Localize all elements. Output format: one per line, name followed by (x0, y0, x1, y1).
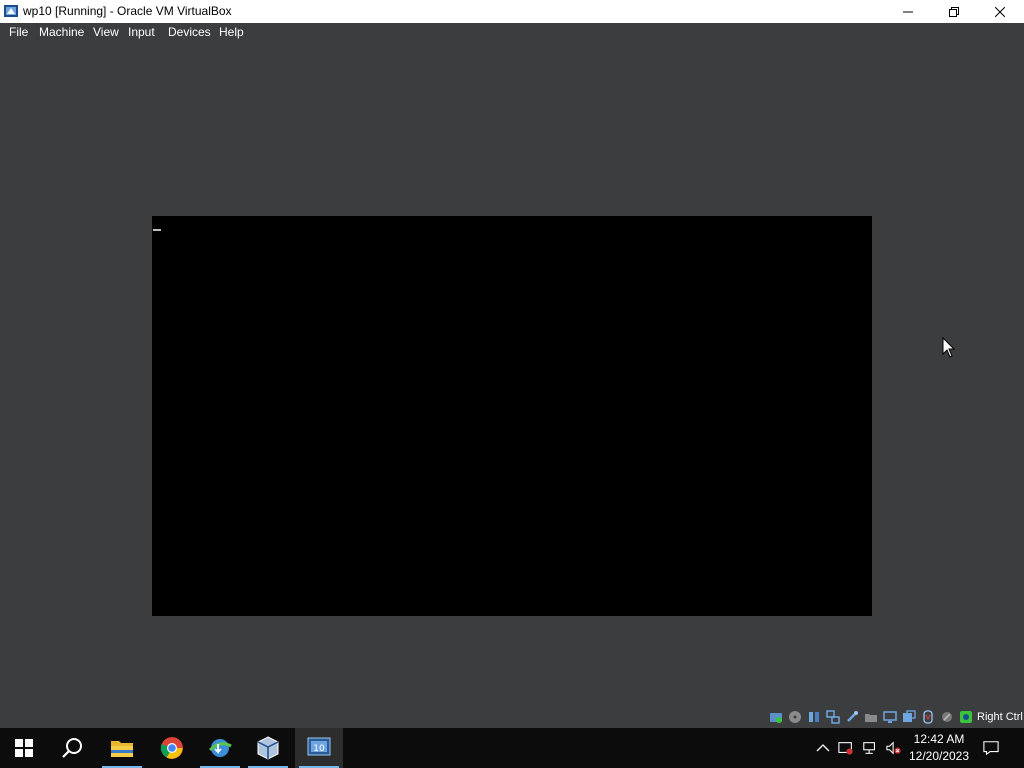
menu-view[interactable]: View (93, 25, 119, 39)
security-alert-icon (838, 742, 853, 755)
svg-text:10: 10 (313, 744, 325, 754)
taskbar-virtualbox[interactable] (244, 728, 292, 768)
network-icon[interactable] (826, 710, 840, 724)
recording-icon[interactable] (902, 710, 916, 724)
display-icon[interactable] (883, 710, 897, 724)
host-key-icon[interactable] (959, 710, 973, 724)
mouse-pointer-icon (942, 337, 956, 358)
vm-status-bar: Right Ctrl (0, 706, 1024, 728)
taskbar-vm-wp10[interactable]: 10 (295, 728, 343, 768)
menu-bar: File Machine View Input Devices Help (0, 23, 1024, 42)
usb-icon[interactable] (845, 710, 859, 724)
volume-muted-icon (886, 741, 901, 755)
security-tray-button[interactable] (838, 740, 854, 756)
vm-display-area[interactable] (0, 42, 1024, 706)
restore-icon (949, 6, 959, 17)
start-button[interactable] (0, 728, 48, 768)
chrome-icon (160, 737, 183, 759)
optical-drive-icon[interactable] (788, 710, 802, 724)
minimize-button[interactable] (885, 0, 931, 23)
internet-download-manager-icon (208, 739, 232, 757)
menu-file[interactable]: File (9, 25, 28, 39)
clock-date: 12/20/2023 (908, 749, 970, 763)
volume-tray-button[interactable] (886, 740, 902, 756)
chevron-up-icon (816, 744, 830, 752)
network-tray-button[interactable] (862, 740, 878, 756)
notifications-button[interactable] (983, 740, 999, 756)
host-key-label: Right Ctrl (977, 711, 1023, 723)
clock[interactable]: 12:42 AM 12/20/2023 (905, 731, 973, 765)
hard-disk-icon[interactable] (769, 710, 783, 724)
minimize-icon (903, 11, 913, 12)
audio-icon[interactable] (807, 710, 821, 724)
shared-folders-icon[interactable] (864, 710, 878, 724)
taskbar-chrome[interactable] (148, 728, 196, 768)
keyboard-icon[interactable] (940, 710, 954, 724)
close-icon (995, 6, 1005, 17)
restore-button[interactable] (931, 0, 977, 23)
menu-help[interactable]: Help (219, 25, 244, 39)
show-hidden-icons-button[interactable] (815, 740, 831, 756)
network-wired-icon (863, 742, 875, 754)
windows-logo-icon (15, 739, 33, 757)
window-title: wp10 [Running] - Oracle VM VirtualBox (23, 4, 232, 18)
search-icon (62, 738, 82, 758)
taskbar: 10 12:42 AM 12/20/2023 (0, 728, 1024, 768)
vm-wp10-icon: 10 (307, 737, 331, 756)
virtualbox-icon (257, 736, 279, 760)
notification-center-icon (983, 741, 999, 756)
title-bar[interactable]: wp10 [Running] - Oracle VM VirtualBox (0, 0, 1024, 23)
text-cursor (153, 229, 161, 231)
mouse-integration-icon[interactable] (921, 710, 935, 724)
menu-machine[interactable]: Machine (39, 25, 84, 39)
close-button[interactable] (977, 0, 1023, 23)
menu-input[interactable]: Input (128, 25, 155, 39)
taskbar-download-manager[interactable] (196, 728, 244, 768)
guest-screen[interactable] (152, 216, 872, 616)
virtualbox-app-icon (4, 5, 18, 17)
menu-devices[interactable]: Devices (168, 25, 211, 39)
clock-time: 12:42 AM (913, 732, 965, 746)
taskbar-file-explorer[interactable] (98, 728, 146, 768)
search-button[interactable] (48, 728, 96, 768)
file-explorer-icon (111, 741, 133, 757)
